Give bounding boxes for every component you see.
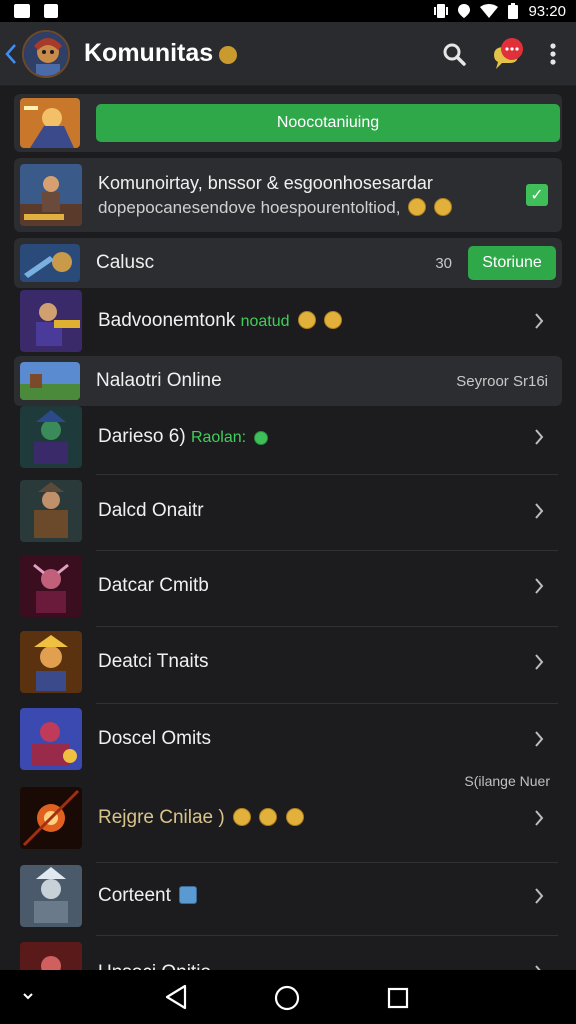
more-vert-icon[interactable] [550, 42, 556, 65]
row5-title: Darieso 6) Raolan: [98, 426, 524, 448]
row12-thumbnail [20, 942, 82, 970]
row3-title-text: Badvoonemtonk [98, 310, 236, 331]
row2-action-button[interactable]: Storiune [468, 246, 556, 280]
list-item-corteent[interactable]: Corteent [14, 865, 562, 927]
row4-meta: Seyroor Sr16i [456, 372, 548, 390]
list-item-dalcd-onaitr[interactable]: Dalcd Onaitr [14, 480, 562, 542]
smile-emoji-icon [408, 197, 427, 216]
row2-thumbnail [20, 244, 80, 282]
row9-title: Doscel Omits [98, 728, 211, 749]
row8-title: Deatci Tnaits [98, 651, 209, 672]
list-item-rejgre-cnilae[interactable]: Rejgre Cnilae ) [14, 786, 562, 850]
list-item-calusc[interactable]: Calusc 30 Storiune [14, 238, 562, 288]
list-item-datcar-cmitb[interactable]: Datcar Cmitb [14, 555, 562, 617]
back-nav-icon[interactable] [164, 984, 188, 1010]
list-item-nalaotri-online[interactable]: Nalaotri Online Seyroor Sr16i [14, 356, 562, 406]
divider [96, 474, 558, 475]
status-bar: 93:20 [0, 0, 576, 22]
recents-nav-icon[interactable] [387, 987, 409, 1009]
row11-thumbnail [20, 865, 82, 927]
status-time: 93:20 [528, 2, 566, 20]
check-icon[interactable]: ✓ [526, 184, 548, 206]
list-item-unsoci-onitio[interactable]: Unsoci Onitio [14, 942, 562, 970]
list-item-banner: Noocotaniuing [14, 94, 562, 152]
badge-icon [179, 886, 198, 904]
community-avatar[interactable] [22, 29, 70, 78]
row3-status: noatud [240, 313, 290, 330]
smile-emoji-icon [233, 808, 252, 826]
location-icon [458, 4, 471, 18]
list-item-deatci-tnaits[interactable]: Deatci Tnaits [14, 631, 562, 693]
row12-title: Unsoci Onitio [98, 962, 524, 970]
row1-subtitle: dopepocanesendove hoespourentoltiod, [98, 197, 526, 218]
divider [96, 550, 558, 551]
battery-icon [508, 3, 519, 19]
chevron-right-icon[interactable] [524, 502, 554, 520]
row9-thumbnail [20, 708, 82, 770]
row1-thumbnail [20, 164, 82, 226]
smile-emoji-icon [297, 311, 316, 329]
row1-subtitle-text: dopepocanesendove hoespourentoltiod, [98, 197, 401, 217]
page-title-text: Komunitas [84, 39, 214, 67]
row2-title: Calusc [96, 252, 155, 273]
chevron-right-icon[interactable] [524, 428, 554, 446]
banner-thumbnail[interactable] [20, 98, 80, 148]
row6-thumbnail [20, 480, 82, 542]
row5-title-text: Darieso 6) [98, 426, 186, 447]
list-item-badvoonemtonk[interactable]: Badvoonemtonk noatud [14, 290, 562, 352]
row7-thumbnail [20, 555, 82, 617]
community-list: Noocotaniuing Komunoirtay, bnssor & esgo… [0, 86, 576, 970]
row8-thumbnail [20, 631, 82, 693]
smile-emoji-icon [259, 808, 278, 826]
chevron-right-icon[interactable] [524, 312, 554, 330]
row10-title: Rejgre Cnilae ) [98, 807, 524, 829]
vibrate-icon [434, 4, 449, 18]
row7-title: Datcar Cmitb [98, 575, 209, 596]
row5-status: Raolan: [190, 429, 247, 446]
row1-title: Komunoirtay, bnssor & esgoonhosesardar [98, 172, 433, 193]
list-item-darieso[interactable]: Darieso 6) Raolan: [14, 406, 562, 468]
list-item-doscel-omits[interactable]: Doscel Omits [14, 708, 562, 770]
row4-thumbnail [20, 362, 80, 400]
back-chevron-icon[interactable] [0, 22, 22, 86]
title-badge-icon [219, 45, 238, 64]
row11-title-text: Corteent [98, 885, 171, 906]
row10-title-text: Rejgre Cnilae ) [98, 807, 225, 828]
divider [96, 626, 558, 627]
chevron-right-icon[interactable] [524, 730, 554, 748]
chat-bubble-icon[interactable] [490, 37, 526, 71]
wifi-icon [480, 4, 499, 18]
chevron-right-icon[interactable] [524, 577, 554, 595]
row2-count: 30 [435, 254, 452, 272]
divider [96, 862, 558, 863]
chevron-right-icon[interactable] [524, 653, 554, 671]
list-item-community-info[interactable]: Komunoirtay, bnssor & esgoonhosesardar d… [14, 158, 562, 232]
smile-emoji-icon [285, 808, 304, 826]
search-icon[interactable] [442, 42, 466, 66]
divider [96, 703, 558, 704]
row10-thumbnail [20, 787, 82, 849]
online-dot-icon [254, 431, 269, 445]
page-title: Komunitas [84, 39, 238, 68]
smile-emoji-icon [433, 197, 452, 216]
image-notification-icon [44, 4, 58, 18]
smile-emoji-icon [324, 311, 343, 329]
home-nav-icon[interactable] [274, 985, 300, 1011]
app-bar: Komunitas [0, 22, 576, 86]
chevron-right-icon[interactable] [524, 887, 554, 905]
notification-icon [14, 4, 30, 18]
row5-thumbnail [20, 406, 82, 468]
row6-title: Dalcd Onaitr [98, 500, 204, 521]
row4-title: Nalaotri Online [96, 370, 222, 391]
keyboard-hide-icon[interactable] [22, 992, 34, 1000]
system-nav-bar [0, 970, 576, 1024]
chevron-right-icon[interactable] [524, 809, 554, 827]
row3-thumbnail [20, 290, 82, 352]
row11-title: Corteent [98, 885, 524, 907]
divider [96, 935, 558, 936]
row3-title: Badvoonemtonk noatud [98, 310, 524, 332]
banner-action-button[interactable]: Noocotaniuing [96, 104, 560, 142]
